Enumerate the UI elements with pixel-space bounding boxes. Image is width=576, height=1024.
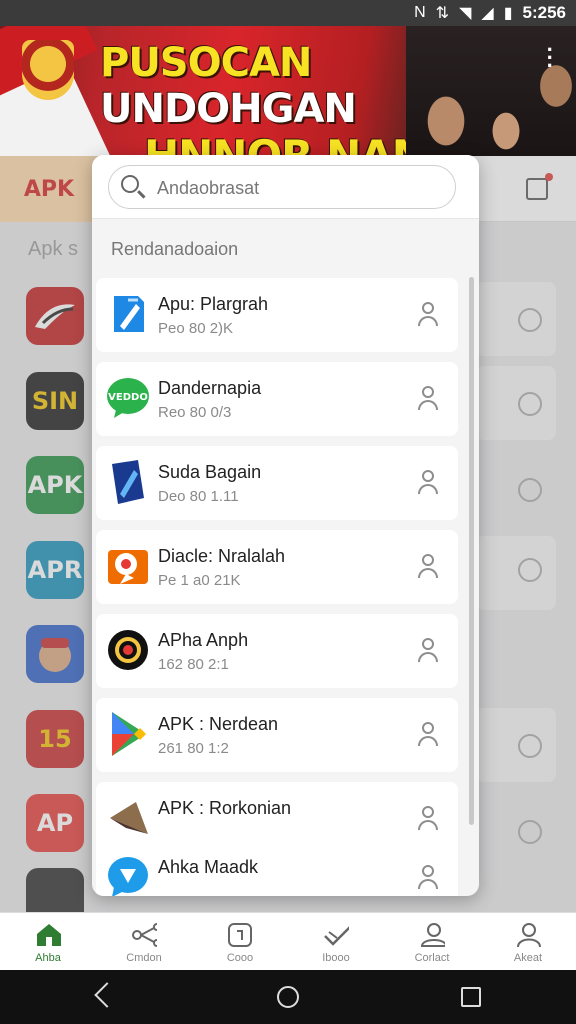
app-icon-text: VEDDO	[108, 392, 148, 403]
square-icon	[227, 922, 253, 948]
list-item[interactable]: Ahka Maadk	[96, 841, 458, 896]
list-item[interactable]: VEDDO Dandernapia Reo 80 0/3	[96, 362, 458, 436]
scrollbar[interactable]	[469, 277, 474, 825]
list-item[interactable]: Apu: Plargrah Peo 80 2)K	[96, 278, 458, 352]
search-popup: Rendanadoaion Apu: Plargrah Peo 80 2)K V…	[92, 155, 479, 896]
app-meta: Pe 1 a0 21K	[158, 572, 241, 589]
status-time: 5:256	[522, 3, 566, 22]
user-icon[interactable]	[416, 806, 440, 832]
data-icon: ⇅	[435, 5, 450, 22]
app-meta: 261 80 1:2	[158, 740, 229, 757]
tab-square[interactable]: Cooo	[192, 913, 288, 970]
user-icon[interactable]	[416, 386, 440, 412]
green-speech-app-icon: VEDDO	[106, 372, 150, 424]
popup-subtitle: Rendanadoaion	[111, 239, 239, 259]
back-icon[interactable]	[94, 982, 120, 1008]
home-circle-icon[interactable]	[277, 986, 299, 1008]
user-icon[interactable]	[416, 554, 440, 580]
bottom-nav: Ahba Cmdon Cooo Ibooo Corlact Akeat	[0, 912, 576, 970]
tab-label: Cooo	[226, 952, 254, 964]
status-icons: N ⇅ ◥ ◢ ▮ 5:256	[414, 3, 566, 23]
tab-check[interactable]: Ibooo	[288, 913, 384, 970]
app-name: Dandernapia	[158, 378, 262, 398]
record-circle-app-icon	[106, 624, 150, 676]
list-item[interactable]: Suda Bagain Deo 80 1.11	[96, 446, 458, 520]
tab-label: Ibooo	[322, 952, 350, 964]
wifi-icon: ◥	[459, 5, 472, 22]
arrow-tag-app-icon	[106, 792, 150, 844]
list-item[interactable]: APK : Nerdean 261 80 1:2	[96, 698, 458, 772]
tab-share[interactable]: Cmdon	[96, 913, 192, 970]
battery-icon: ▮	[503, 5, 513, 22]
share-icon	[131, 922, 157, 948]
blue-chat-app-icon	[106, 851, 150, 896]
search-bar-container	[92, 155, 479, 219]
nfc-icon: N	[414, 4, 426, 21]
app-meta: Deo 80 1.11	[158, 488, 239, 505]
banner-title-line1a: PUSOCAN	[100, 40, 312, 86]
app-meta: Peo 80 2)K	[158, 320, 234, 337]
check-icon	[323, 922, 349, 948]
list-item[interactable]: Diacle: Nralalah Pe 1 a0 21K	[96, 530, 458, 604]
user-icon[interactable]	[416, 722, 440, 748]
profile-icon	[515, 922, 541, 948]
app-name: Apu: Plargrah	[158, 294, 269, 314]
app-name: Suda Bagain	[158, 462, 262, 482]
app-name: APK : Nerdean	[158, 714, 279, 734]
orange-pin-app-icon	[106, 540, 150, 592]
user-icon[interactable]	[416, 638, 440, 664]
app-name: Ahka Maadk	[158, 857, 259, 877]
tab-label: Akeat	[513, 952, 543, 964]
recent-apps-icon[interactable]	[461, 987, 481, 1007]
app-name: APK : Rorkonian	[158, 798, 292, 818]
app-name: APha Anph	[158, 630, 249, 650]
more-vert-icon[interactable]: · · ·	[547, 39, 554, 77]
user-icon[interactable]	[416, 302, 440, 328]
search-box[interactable]	[108, 165, 456, 209]
tab-label: Ahba	[35, 952, 61, 964]
app-name: Diacle: Nralalah	[158, 546, 286, 566]
user-icon[interactable]	[416, 865, 440, 891]
banner-title-line1b: UNDOHGAN	[100, 86, 357, 132]
user-icon[interactable]	[416, 470, 440, 496]
list-item[interactable]: APha Anph 162 80 2:1	[96, 614, 458, 688]
system-nav-bar	[0, 970, 576, 1024]
tab-profile[interactable]: Akeat	[480, 913, 576, 970]
play-store-app-icon	[106, 708, 150, 760]
signal-icon: ◢	[481, 5, 494, 22]
garuda-emblem-icon	[22, 40, 74, 100]
promo-banner[interactable]: PUSOCAN UNDOHGAN HNNOR NANA · · ·	[0, 26, 576, 156]
search-icon	[121, 175, 139, 193]
tab-contact[interactable]: Corlact	[384, 913, 480, 970]
blue-book-app-icon	[106, 456, 150, 508]
app-meta: Reo 80 0/3	[158, 404, 232, 421]
search-input[interactable]	[157, 174, 447, 202]
tab-home[interactable]: Ahba	[0, 913, 96, 970]
tab-label: Cmdon	[126, 952, 162, 964]
home-icon	[35, 922, 61, 948]
blue-pencil-app-icon	[106, 288, 150, 340]
status-bar: N ⇅ ◥ ◢ ▮ 5:256	[0, 0, 576, 26]
tab-label: Corlact	[414, 952, 450, 964]
cloud-user-icon	[419, 922, 445, 948]
app-meta: 162 80 2:1	[158, 656, 229, 673]
